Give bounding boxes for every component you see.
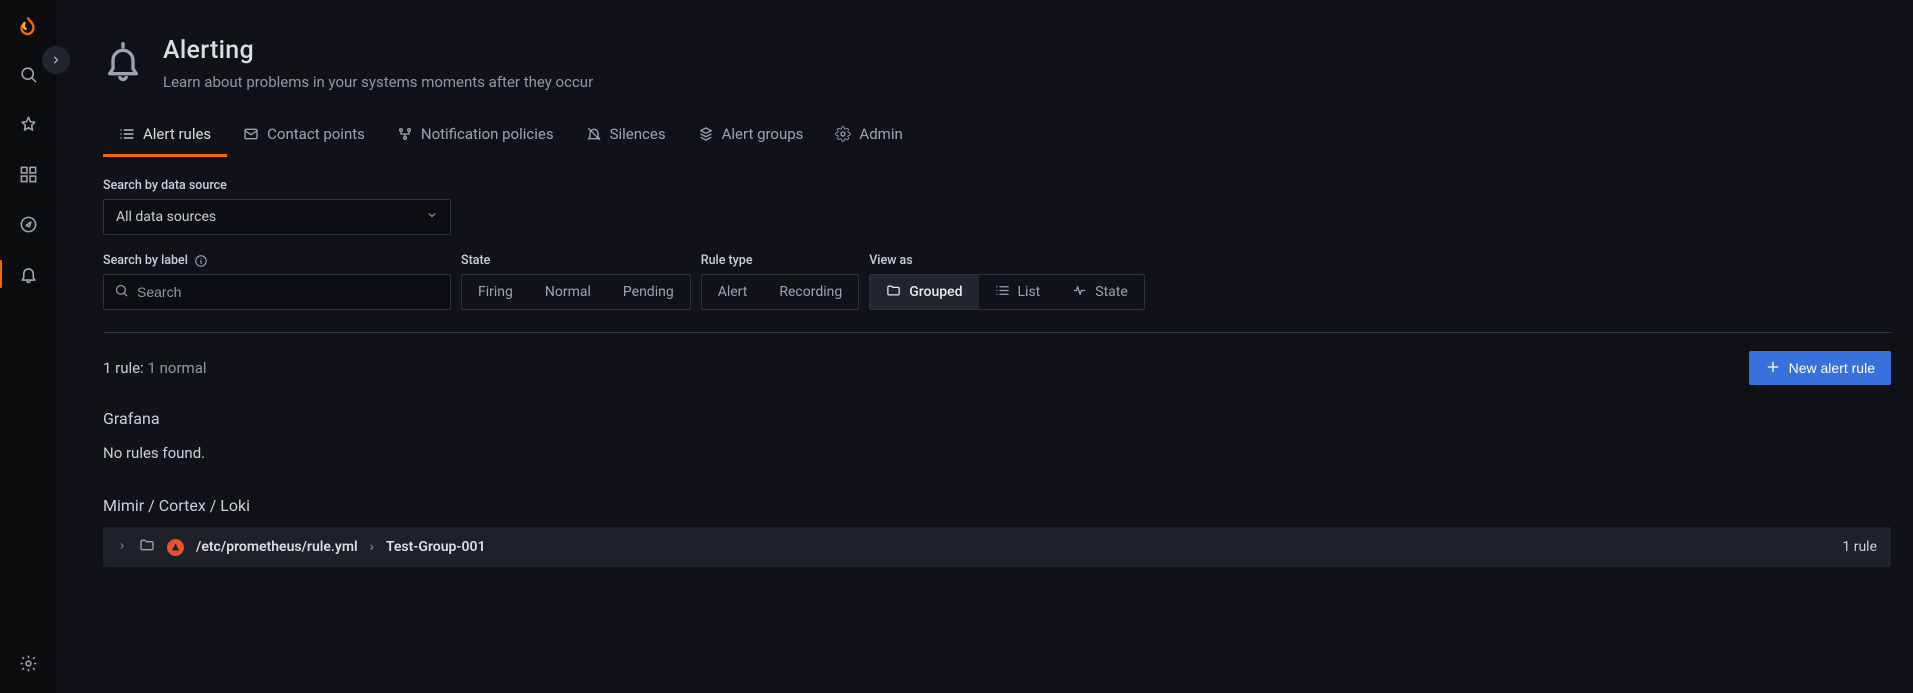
label-search-label: Search by label [103,253,451,268]
view-option-grouped[interactable]: Grouped [870,275,978,309]
tab-alert-groups[interactable]: Alert groups [682,115,820,157]
datasource-select[interactable]: All data sources [103,199,451,235]
grafana-logo[interactable] [14,16,42,44]
section-mimir-title: Mimir / Cortex / Loki [103,496,1891,515]
tab-admin[interactable]: Admin [819,115,918,157]
nav-explore-icon[interactable] [8,204,48,244]
nav-sidebar [0,0,57,693]
info-icon [194,254,208,268]
main-content: Alerting Learn about problems in your sy… [57,0,1913,693]
page-header: Alerting Learn about problems in your sy… [57,0,1913,101]
view-option-list[interactable]: List [979,275,1057,309]
state-option-normal[interactable]: Normal [529,275,607,309]
page-subtitle: Learn about problems in your systems mom… [163,73,593,91]
tab-contact-points[interactable]: Contact points [227,115,381,157]
nav-dashboards-icon[interactable] [8,154,48,194]
rule-group-count: 1 rule [1842,539,1877,555]
tab-label: Alert groups [722,125,804,143]
nav-alerting-icon[interactable] [8,254,48,294]
plus-icon [1765,359,1781,378]
prometheus-icon [167,539,184,556]
tab-notification-policies[interactable]: Notification policies [381,115,570,157]
filters-panel: Search by data source All data sources S… [81,158,1913,587]
datasource-label: Search by data source [103,178,1891,193]
divider [103,332,1891,333]
page-title: Alerting [163,36,593,65]
section-grafana-title: Grafana [103,409,1891,428]
tab-bar: Alert rules Contact points Notification … [57,101,1913,158]
ruletype-segmented: Alert Recording [701,274,860,310]
tab-alert-rules[interactable]: Alert rules [103,115,227,157]
state-option-pending[interactable]: Pending [607,275,690,309]
section-grafana-empty: No rules found. [103,444,1891,462]
rule-group-name: Test-Group-001 [386,539,486,555]
summary-normal: 1 normal [147,359,206,377]
new-alert-rule-button[interactable]: New alert rule [1749,351,1891,385]
ruletype-option-recording[interactable]: Recording [763,275,858,309]
nav-search-icon[interactable] [8,54,48,94]
label-search-wrap[interactable] [103,274,451,310]
tab-label: Silences [610,125,666,143]
datasource-value: All data sources [116,209,216,225]
rule-group-path: /etc/prometheus/rule.yml [196,539,358,555]
tab-label: Alert rules [143,125,211,143]
view-segmented: Grouped List State [869,274,1145,310]
folder-icon [886,283,901,302]
list-icon [995,283,1010,302]
state-label: State [461,253,691,268]
label-search-input[interactable] [137,284,440,300]
view-option-state[interactable]: State [1056,275,1144,309]
new-alert-rule-label: New alert rule [1789,360,1875,376]
view-label: View as [869,253,1145,268]
ruletype-label: Rule type [701,253,860,268]
state-option-firing[interactable]: Firing [462,275,529,309]
rules-summary: 1 rule: 1 normal [103,359,207,377]
state-segmented: Firing Normal Pending [461,274,691,310]
chevron-down-icon [426,209,438,225]
ruletype-option-alert[interactable]: Alert [702,275,764,309]
breadcrumb-separator: › [370,539,374,555]
nav-starred-icon[interactable] [8,104,48,144]
tab-label: Notification policies [421,125,554,143]
search-icon [114,283,129,302]
pulse-icon [1072,283,1087,302]
nav-settings-icon[interactable] [8,643,48,683]
tab-label: Admin [859,125,902,143]
bell-icon [103,42,143,82]
tab-label: Contact points [267,125,365,143]
summary-count: 1 rule: [103,359,144,377]
folder-icon [139,537,155,557]
tab-silences[interactable]: Silences [570,115,682,157]
rule-group-row[interactable]: /etc/prometheus/rule.yml › Test-Group-00… [103,527,1891,567]
chevron-right-icon [117,539,127,555]
